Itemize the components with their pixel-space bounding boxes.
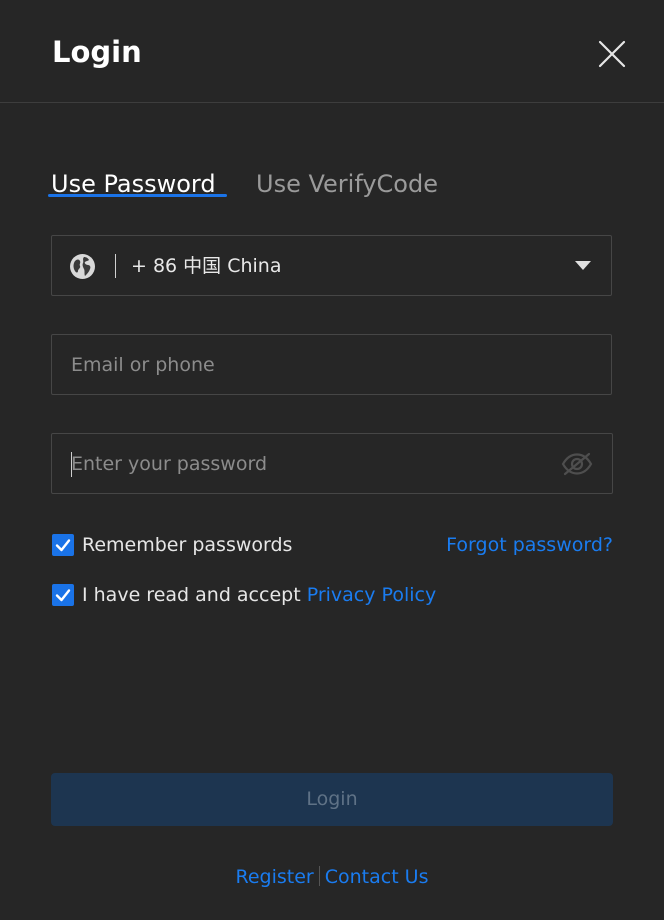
country-divider bbox=[115, 254, 116, 278]
privacy-policy-checkbox[interactable] bbox=[52, 584, 74, 606]
dialog-header: Login bbox=[0, 0, 664, 103]
email-or-phone-input[interactable] bbox=[71, 335, 551, 394]
eye-off-icon[interactable] bbox=[561, 451, 593, 477]
text-caret bbox=[71, 452, 72, 477]
footer-divider bbox=[318, 866, 320, 886]
password-field[interactable] bbox=[51, 433, 613, 494]
email-or-phone-field[interactable] bbox=[51, 334, 612, 395]
dialog-title: Login bbox=[52, 35, 142, 69]
country-code-select[interactable]: + 86 中国 China bbox=[51, 235, 612, 296]
login-dialog: Login Use Password Use VerifyCode + 86 中… bbox=[0, 0, 664, 920]
privacy-policy-link[interactable]: Privacy Policy bbox=[307, 584, 436, 606]
remember-passwords-label: Remember passwords bbox=[82, 534, 293, 556]
remember-passwords-checkbox[interactable] bbox=[52, 534, 74, 556]
chevron-down-icon[interactable] bbox=[575, 261, 591, 270]
privacy-consent-text: I have read and accept bbox=[82, 584, 307, 606]
country-code-value: + 86 中国 China bbox=[131, 255, 282, 277]
login-button[interactable]: Login bbox=[51, 773, 613, 826]
forgot-password-link[interactable]: Forgot password? bbox=[446, 533, 613, 557]
active-tab-indicator bbox=[48, 194, 227, 197]
globe-icon bbox=[69, 253, 96, 280]
footer-links: Register Contact Us bbox=[0, 864, 664, 890]
tab-use-verifycode[interactable]: Use VerifyCode bbox=[256, 167, 438, 201]
privacy-consent-label: I have read and accept Privacy Policy bbox=[82, 583, 436, 607]
register-link[interactable]: Register bbox=[235, 866, 313, 888]
password-input[interactable] bbox=[71, 434, 551, 493]
close-icon[interactable] bbox=[594, 36, 630, 72]
contact-us-link[interactable]: Contact Us bbox=[325, 866, 429, 888]
